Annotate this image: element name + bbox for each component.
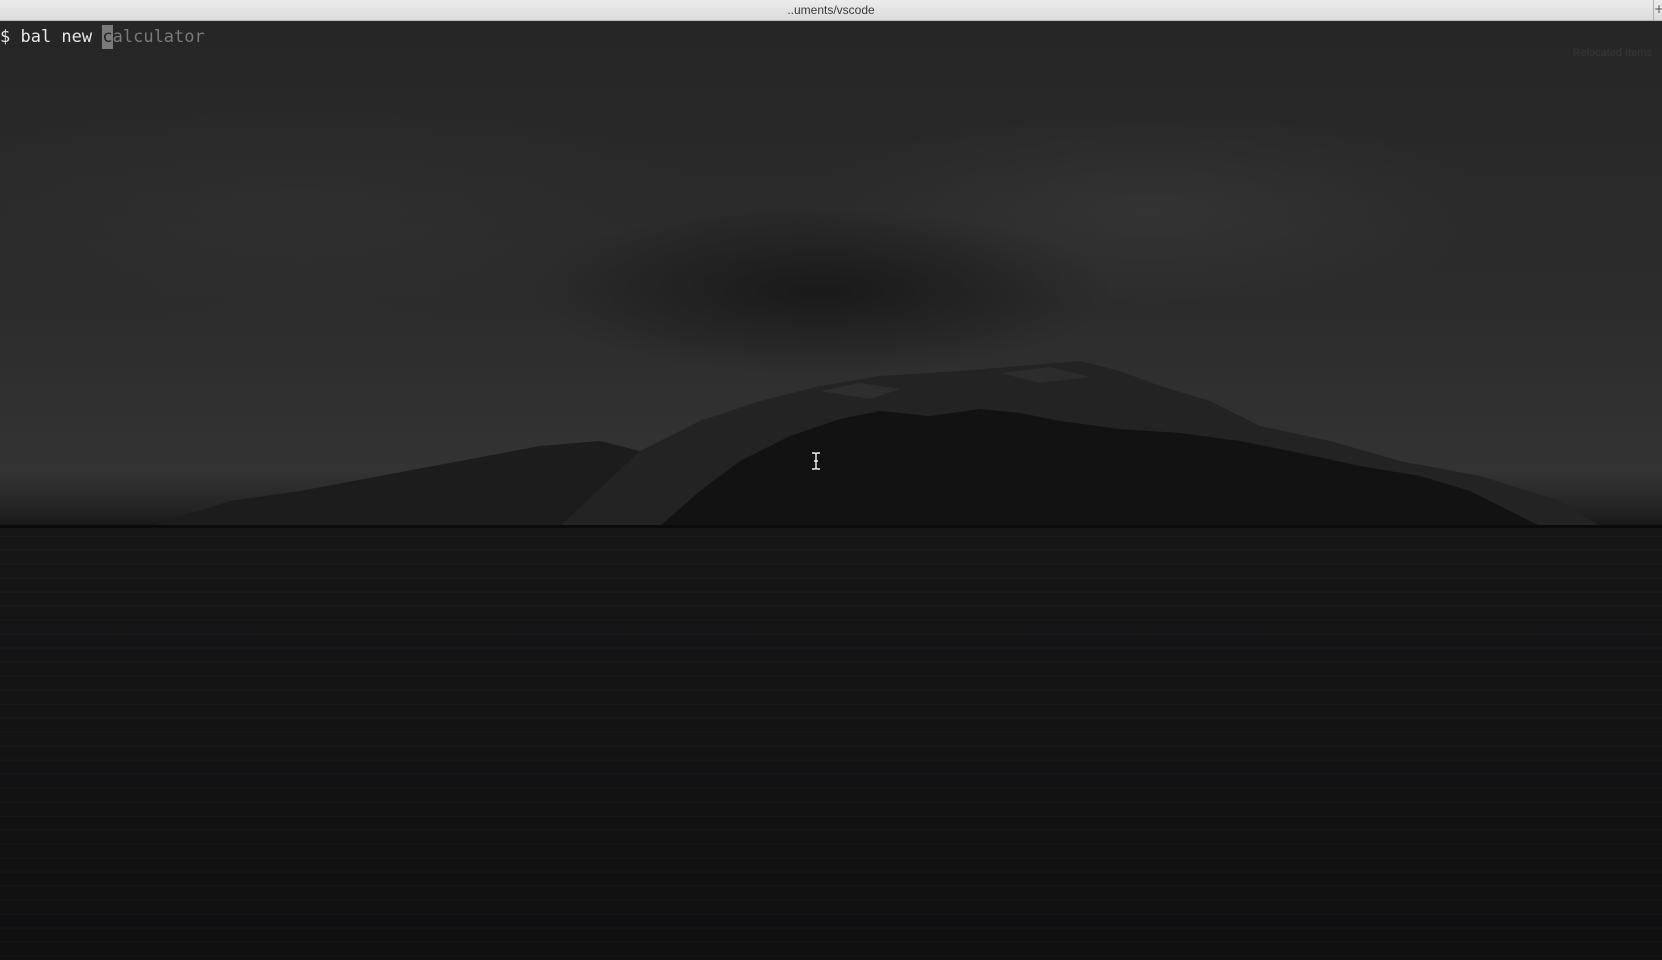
- new-tab-button[interactable]: +: [1653, 0, 1662, 20]
- ibeam-cursor-icon: [812, 452, 820, 470]
- text-cursor: c: [102, 25, 113, 49]
- window-title: ..uments/vscode: [787, 3, 875, 17]
- terminal-window: ..uments/vscode + Relocated Items $ bal …: [0, 0, 1662, 960]
- prompt-symbol: $: [0, 27, 21, 47]
- title-bar[interactable]: ..uments/vscode +: [0, 0, 1662, 21]
- command-line[interactable]: $ bal new c alculator: [0, 25, 205, 49]
- autosuggestion: alculator: [112, 27, 205, 47]
- typed-command: bal new: [20, 27, 103, 47]
- terminal-pane[interactable]: $ bal new c alculator: [0, 21, 1662, 960]
